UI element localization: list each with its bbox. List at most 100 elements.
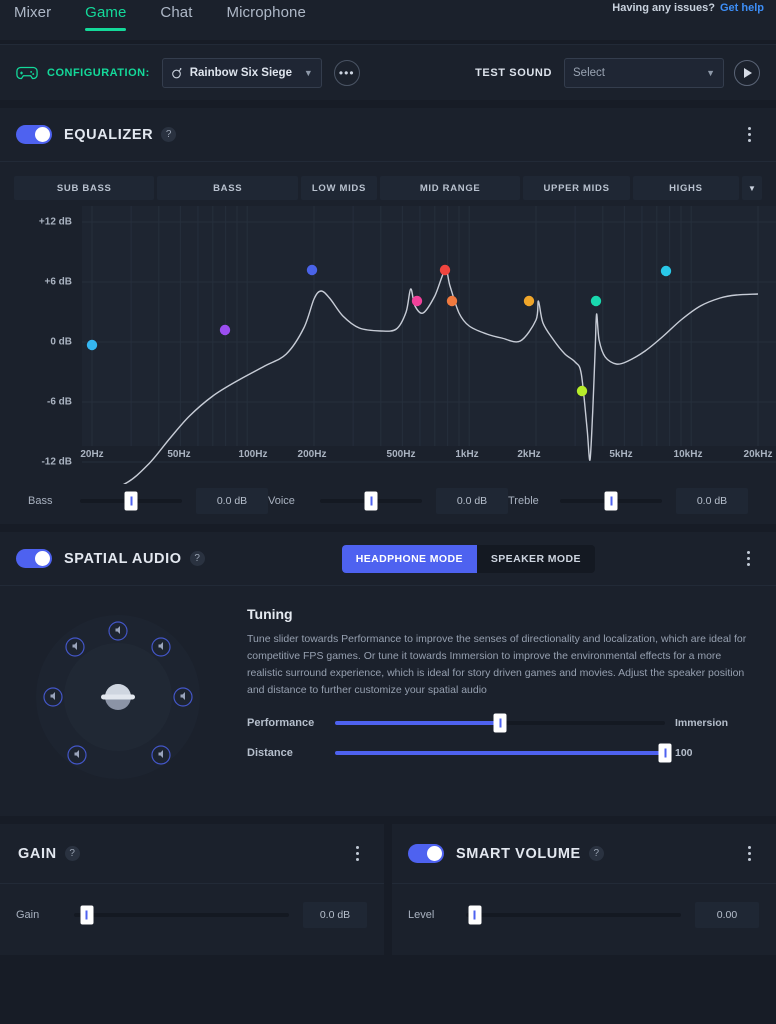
y-tick-plus6: +6 dB: [44, 276, 72, 288]
gain-help-icon[interactable]: ?: [64, 846, 80, 861]
equalizer-band-tabs: SUB BASS BASS LOW MIDS MID RANGE UPPER M…: [14, 176, 763, 200]
eq-band-point-6[interactable]: [446, 295, 458, 307]
treble-slider-value: 0.0 dB: [676, 488, 748, 514]
y-tick-minus12: -12 dB: [41, 456, 72, 468]
gain-title: GAIN: [18, 845, 57, 862]
gain-slider-track[interactable]: [74, 905, 289, 925]
x-tick-5khz: 5kHz: [609, 449, 633, 460]
equalizer-body: SUB BASS BASS LOW MIDS MID RANGE UPPER M…: [0, 162, 776, 524]
tab-mixer[interactable]: Mixer: [14, 0, 67, 21]
band-tab-mid-range[interactable]: MID RANGE: [379, 176, 521, 200]
eq-band-point-1[interactable]: [86, 339, 98, 351]
distance-slider-handle[interactable]: [658, 743, 672, 763]
help-question-text: Having any issues?: [612, 2, 715, 14]
tab-microphone-label: Microphone: [226, 4, 306, 21]
band-expand-button[interactable]: ▼: [742, 176, 763, 200]
smart-volume-help-icon[interactable]: ?: [588, 846, 604, 861]
band-tab-highs[interactable]: HIGHS: [632, 176, 740, 200]
eq-band-point-2[interactable]: [219, 324, 231, 336]
band-label: LOW MIDS: [311, 182, 367, 194]
bass-slider-value: 0.0 dB: [196, 488, 268, 514]
band-label: BASS: [213, 182, 243, 194]
test-sound-play-button[interactable]: [734, 59, 760, 86]
gain-slider-label: Gain: [16, 909, 40, 921]
gain-slider-value: 0.0 dB: [303, 902, 367, 928]
eq-band-point-8[interactable]: [576, 385, 588, 397]
tab-chat-label: Chat: [160, 4, 193, 21]
nav-tab-list: Mixer Game Chat Microphone: [14, 0, 340, 31]
treble-slider-track[interactable]: [560, 491, 662, 511]
eq-band-point-4[interactable]: [411, 295, 423, 307]
eq-band-point-3[interactable]: [306, 264, 318, 276]
performance-slider-handle[interactable]: [493, 713, 507, 733]
eq-band-point-5[interactable]: [439, 264, 451, 276]
tab-game[interactable]: Game: [85, 0, 142, 31]
performance-slider-track[interactable]: [335, 713, 665, 733]
band-tab-low-mids[interactable]: LOW MIDS: [300, 176, 377, 200]
tab-chat[interactable]: Chat: [160, 0, 208, 21]
band-label: HIGHS: [669, 182, 703, 194]
tab-microphone[interactable]: Microphone: [227, 0, 322, 21]
bass-slider-label: Bass: [28, 495, 53, 507]
configuration-label: CONFIGURATION:: [47, 66, 150, 79]
gamepad-icon: [16, 66, 38, 79]
eq-band-point-10[interactable]: [660, 265, 672, 277]
voice-slider-track[interactable]: [320, 491, 422, 511]
spatial-audio-menu-button[interactable]: [738, 544, 760, 574]
treble-slider-handle[interactable]: [604, 491, 618, 511]
band-tab-upper-mids[interactable]: UPPER MIDS: [523, 176, 630, 200]
voice-slider-value: 0.0 dB: [436, 488, 508, 514]
spatial-audio-help-icon[interactable]: ?: [189, 551, 205, 566]
headphone-mode-button[interactable]: HEADPHONE MODE: [341, 544, 477, 573]
speaker-mode-button[interactable]: SPEAKER MODE: [477, 545, 595, 573]
test-sound-select[interactable]: Select ▼: [564, 57, 724, 88]
equalizer-toggle[interactable]: [16, 125, 52, 144]
level-slider-track[interactable]: [466, 905, 681, 925]
bottom-panels: GAIN ? Gain 0.0 dB SMART VOLUME ? Level …: [0, 824, 776, 955]
smart-volume-toggle[interactable]: [408, 844, 444, 863]
speaker-diagram-svg[interactable]: [16, 602, 221, 792]
performance-slider-fill: [335, 721, 500, 725]
smart-volume-menu-button[interactable]: [738, 839, 760, 869]
y-tick-minus6: -6 dB: [47, 396, 72, 408]
eq-band-point-9[interactable]: [590, 295, 602, 307]
configuration-more-button[interactable]: •••: [333, 59, 360, 86]
bass-slider-handle[interactable]: [124, 491, 138, 511]
configuration-profile-select[interactable]: Rainbow Six Siege ▼: [161, 57, 322, 88]
y-tick-zero: 0 dB: [50, 336, 72, 348]
distance-slider-fill: [335, 751, 665, 755]
x-tick-10khz: 10kHz: [673, 449, 703, 460]
more-dots-icon: •••: [338, 65, 355, 80]
get-help-link[interactable]: Get help: [720, 2, 764, 14]
spatial-audio-panel: SPATIAL AUDIO ? HEADPHONE MODE SPEAKER M…: [0, 532, 776, 816]
bass-slider-track[interactable]: [80, 491, 182, 511]
graph-y-axis: +12 dB +6 dB 0 dB -6 dB -12 dB: [14, 206, 72, 468]
bass-slider-group: Bass 0.0 dB: [28, 488, 268, 514]
y-tick-plus12: +12 dB: [38, 216, 72, 228]
level-slider-handle[interactable]: [468, 905, 482, 925]
voice-slider-label: Voice: [268, 495, 295, 507]
eq-band-point-7[interactable]: [523, 295, 535, 307]
equalizer-sliders: Bass 0.0 dB Voice 0.0 dB Treble 0.0 dB: [14, 478, 762, 524]
equalizer-panel: EQUALIZER ? SUB BASS BASS LOW MIDS MID R…: [0, 108, 776, 524]
play-icon: [744, 67, 752, 78]
speaker-position-diagram[interactable]: [16, 602, 231, 792]
help-section: Having any issues? Get help: [612, 2, 764, 14]
spatial-audio-toggle[interactable]: [16, 549, 52, 568]
equalizer-help-icon[interactable]: ?: [161, 127, 177, 142]
equalizer-graph[interactable]: +12 dB +6 dB 0 dB -6 dB -12 dB 20Hz 50Hz…: [14, 206, 776, 484]
band-tab-sub-bass[interactable]: SUB BASS: [14, 176, 155, 200]
band-tab-bass[interactable]: BASS: [157, 176, 298, 200]
treble-slider-group: Treble 0.0 dB: [508, 488, 748, 514]
configuration-profile-value: Rainbow Six Siege: [189, 66, 292, 79]
gain-menu-button[interactable]: [346, 839, 368, 869]
x-tick-2khz: 2kHz: [517, 449, 541, 460]
voice-slider-handle[interactable]: [364, 491, 378, 511]
equalizer-menu-button[interactable]: [738, 120, 760, 150]
x-tick-1khz: 1kHz: [455, 449, 479, 460]
gain-panel: GAIN ? Gain 0.0 dB: [0, 824, 384, 955]
performance-slider-row: Performance Immersion: [247, 713, 760, 733]
distance-slider-track[interactable]: [335, 743, 672, 763]
gain-slider-handle[interactable]: [80, 905, 94, 925]
chevron-down-icon: ▼: [748, 183, 756, 193]
